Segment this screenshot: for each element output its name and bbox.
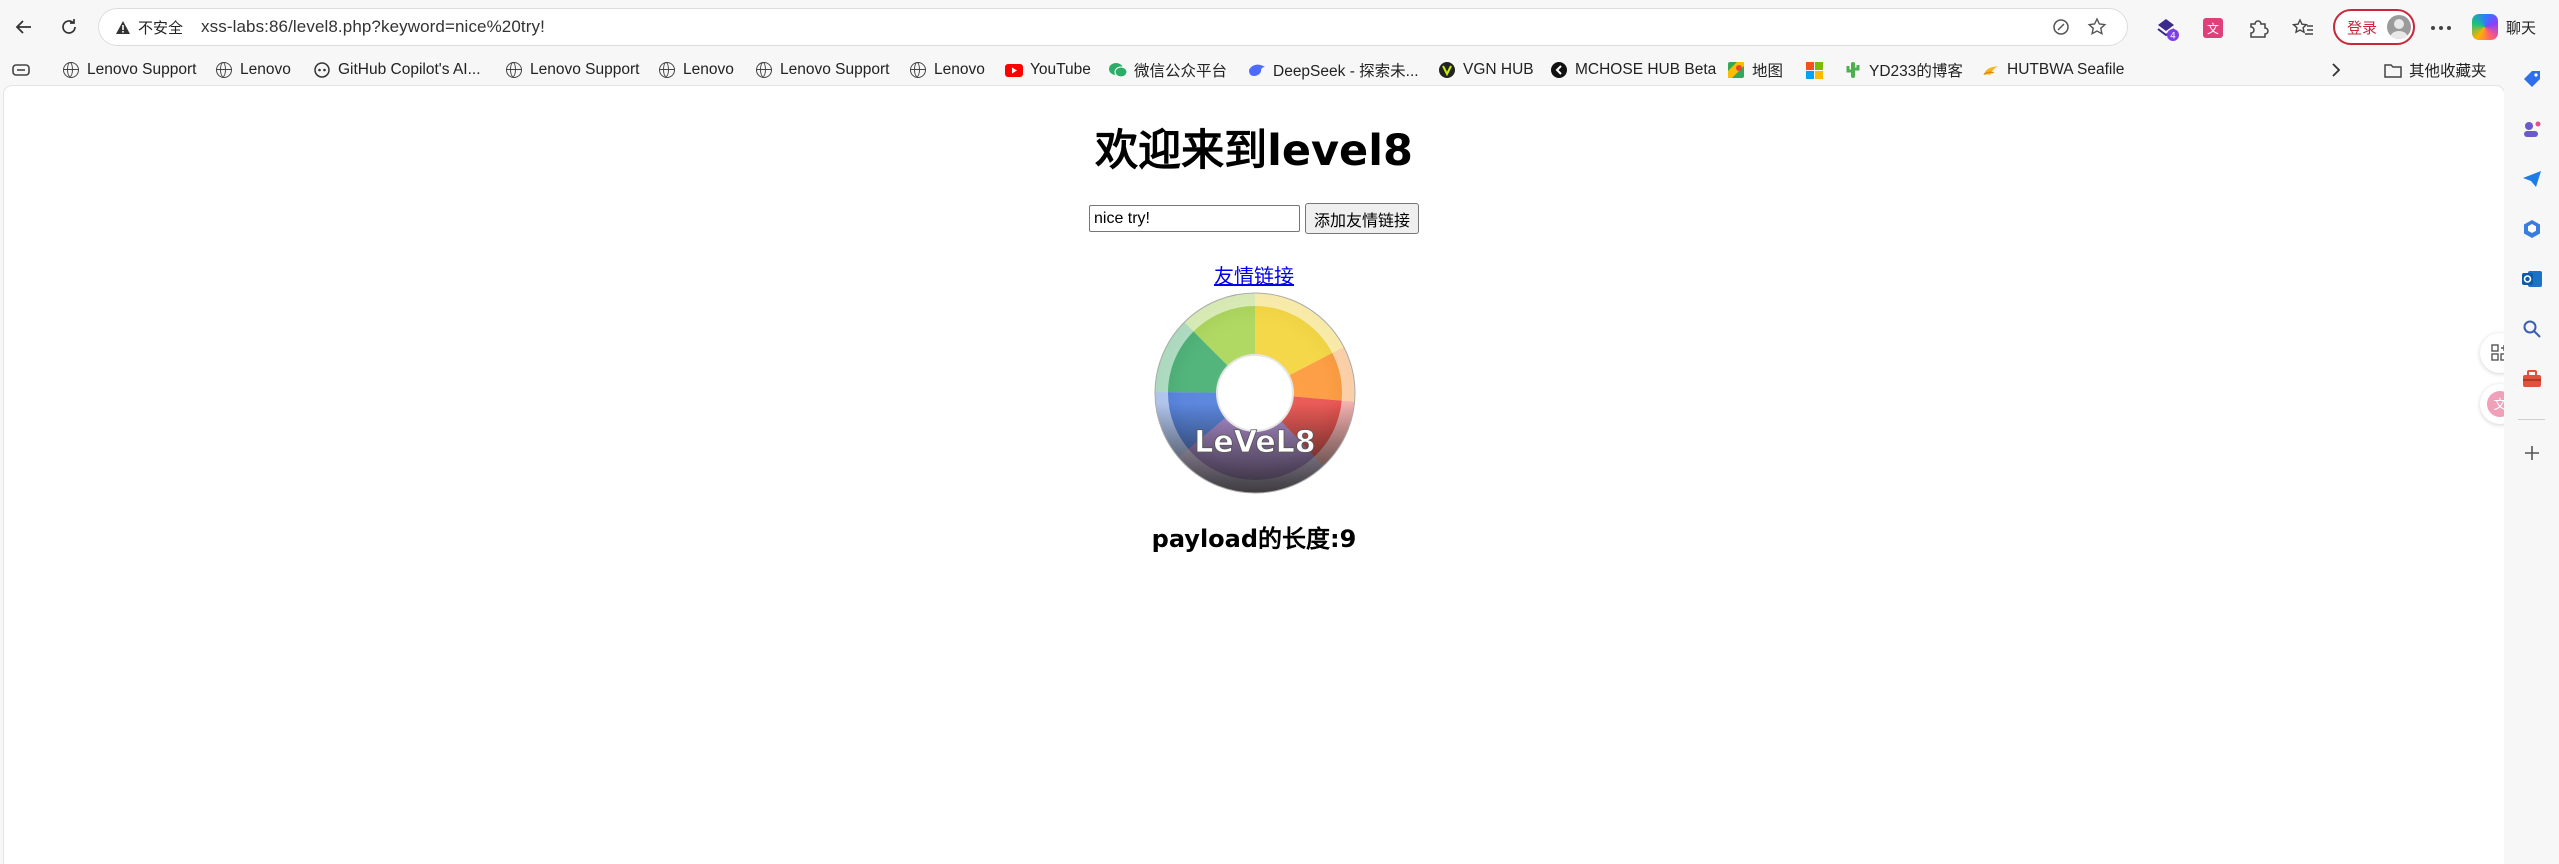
bookmark-label: Lenovo Support bbox=[530, 61, 640, 78]
bookmark-item[interactable]: Lenovo Support bbox=[755, 58, 889, 82]
warning-icon[interactable] bbox=[112, 20, 134, 35]
back-arrow-icon bbox=[15, 20, 31, 34]
bookmark-label: Lenovo bbox=[240, 61, 291, 78]
keyword-form: 添加友情链接 bbox=[4, 203, 2504, 234]
login-label: 登录 bbox=[2347, 19, 2378, 37]
bookmark-item[interactable]: Lenovo bbox=[215, 58, 291, 82]
bookmark-item[interactable]: Lenovo Support bbox=[505, 58, 639, 82]
bookmark-label: YouTube bbox=[1030, 61, 1091, 78]
globe-icon bbox=[755, 61, 773, 79]
bookmark-label: Lenovo bbox=[934, 61, 985, 78]
globe-icon bbox=[505, 61, 523, 79]
cactus-icon bbox=[1844, 61, 1862, 79]
bookmarks-bar: Lenovo Support Lenovo GitHub Copilot's A… bbox=[0, 54, 2559, 86]
microsoft-icon bbox=[1805, 61, 1823, 79]
bookmark-label: Lenovo Support bbox=[780, 61, 890, 78]
friend-link-container: 友情链接 bbox=[4, 260, 2504, 289]
url-text[interactable]: xss-labs:86/level8.php?keyword=nice%20tr… bbox=[201, 17, 545, 37]
address-bar[interactable]: 不安全 xss-labs:86/level8.php?keyword=nice%… bbox=[98, 8, 2128, 46]
refresh-button[interactable] bbox=[54, 12, 84, 42]
bookmark-item[interactable]: GitHub Copilot's AI... bbox=[313, 58, 481, 82]
svg-text:文: 文 bbox=[2207, 21, 2219, 36]
extension-badge: 4 bbox=[2170, 32, 2176, 42]
extensions-puzzle-icon[interactable] bbox=[2242, 12, 2274, 44]
browser-toolbar: 不安全 xss-labs:86/level8.php?keyword=nice%… bbox=[0, 0, 2559, 54]
bookmark-item[interactable]: VGN HUB bbox=[1438, 58, 1534, 82]
bookmark-label: YD233的博客 bbox=[1869, 63, 1963, 80]
payload-length-text: payload的长度:9 bbox=[1151, 525, 1357, 553]
bookmark-label: DeepSeek - 探索未... bbox=[1273, 63, 1419, 80]
mchose-icon bbox=[1550, 61, 1568, 79]
login-button[interactable]: 登录 bbox=[2333, 9, 2415, 45]
wechat-icon bbox=[1109, 61, 1127, 79]
globe-icon bbox=[658, 61, 676, 79]
bookmarks-overflow-chevron-icon[interactable] bbox=[2330, 58, 2342, 82]
bookmark-item[interactable]: Lenovo bbox=[909, 58, 985, 82]
games-icon[interactable] bbox=[2519, 116, 2545, 142]
search-icon[interactable] bbox=[2519, 316, 2545, 342]
bookmark-label: 微信公众平台 bbox=[1134, 63, 1228, 80]
bookmark-item[interactable]: YD233的博客 bbox=[1844, 58, 1963, 82]
microsoft365-icon[interactable] bbox=[2519, 216, 2545, 242]
bookmark-item[interactable]: MCHOSE HUB Beta bbox=[1550, 58, 1716, 82]
folder-icon bbox=[2384, 61, 2402, 79]
read-aloud-icon[interactable] bbox=[2048, 14, 2074, 40]
add-icon[interactable] bbox=[2519, 440, 2545, 466]
bookmark-label: HUTBWA Seafile bbox=[2007, 61, 2125, 78]
globe-icon bbox=[62, 61, 80, 79]
bookmark-item[interactable]: 地图 bbox=[1727, 58, 1783, 82]
page-content: 欢迎来到level8 添加友情链接 友情链接 bbox=[4, 86, 2520, 864]
page-title: 欢迎来到level8 bbox=[1095, 126, 1413, 176]
refresh-icon bbox=[62, 19, 76, 34]
tag-icon[interactable] bbox=[2519, 66, 2545, 92]
outlook-icon[interactable] bbox=[2519, 266, 2545, 292]
extension-icon[interactable]: 4 bbox=[2150, 12, 2182, 44]
send-icon[interactable] bbox=[2519, 166, 2545, 192]
collections-icon[interactable] bbox=[12, 58, 30, 82]
more-menu-icon[interactable] bbox=[2425, 12, 2457, 44]
youtube-icon bbox=[1005, 61, 1023, 79]
globe-icon bbox=[909, 61, 927, 79]
bookmark-label: 地图 bbox=[1752, 63, 1784, 80]
friend-link[interactable]: 友情链接 bbox=[1214, 264, 1294, 288]
avatar bbox=[2387, 15, 2412, 39]
seafile-icon bbox=[1982, 61, 2000, 79]
sidebar-divider bbox=[2518, 419, 2545, 420]
favorites-icon[interactable] bbox=[2287, 12, 2319, 44]
security-label[interactable]: 不安全 bbox=[138, 17, 183, 38]
bookmark-label: VGN HUB bbox=[1463, 61, 1534, 78]
edge-sidebar bbox=[2504, 54, 2559, 864]
copilot-chat-button[interactable]: 聊天 bbox=[2472, 12, 2536, 42]
keyword-input[interactable] bbox=[1088, 205, 1300, 232]
other-favorites-label: 其他收藏夹 bbox=[2409, 63, 2487, 80]
bookmark-label: GitHub Copilot's AI... bbox=[338, 61, 481, 78]
other-favorites-folder[interactable]: 其他收藏夹 bbox=[2384, 58, 2487, 82]
level8-disc-image: LeVeL8 bbox=[1154, 292, 1356, 494]
bookmark-item[interactable]: HUTBWA Seafile bbox=[1982, 58, 2124, 82]
bookmark-item[interactable]: DeepSeek - 探索未... bbox=[1248, 58, 1419, 82]
globe-icon bbox=[215, 61, 233, 79]
bookmark-item[interactable]: Lenovo bbox=[658, 58, 734, 82]
disc-label: LeVeL8 bbox=[1194, 425, 1315, 460]
bookmark-item[interactable]: Lenovo Support bbox=[62, 58, 196, 82]
add-link-button[interactable]: 添加友情链接 bbox=[1304, 203, 1419, 234]
bookmark-item[interactable] bbox=[1805, 58, 1830, 82]
bookmark-label: Lenovo bbox=[683, 61, 734, 78]
bookmark-item[interactable]: 微信公众平台 bbox=[1109, 58, 1227, 82]
back-button[interactable] bbox=[9, 12, 39, 42]
bookmark-label: Lenovo Support bbox=[87, 61, 197, 78]
chat-label: 聊天 bbox=[2506, 19, 2537, 37]
bookmark-label: MCHOSE HUB Beta bbox=[1575, 61, 1717, 78]
favorite-star-icon[interactable] bbox=[2084, 14, 2110, 40]
page-viewport: 欢迎来到level8 添加友情链接 友情链接 bbox=[4, 86, 2520, 864]
map-icon bbox=[1727, 61, 1745, 79]
copilot-icon bbox=[2472, 14, 2498, 40]
copilot-icon bbox=[313, 61, 331, 79]
bookmark-item[interactable]: YouTube bbox=[1005, 58, 1091, 82]
deepseek-icon bbox=[1248, 61, 1266, 79]
toolbox-icon[interactable] bbox=[2519, 366, 2545, 392]
translate-extension-icon[interactable]: 文 bbox=[2197, 12, 2229, 44]
vgn-icon bbox=[1438, 61, 1456, 79]
